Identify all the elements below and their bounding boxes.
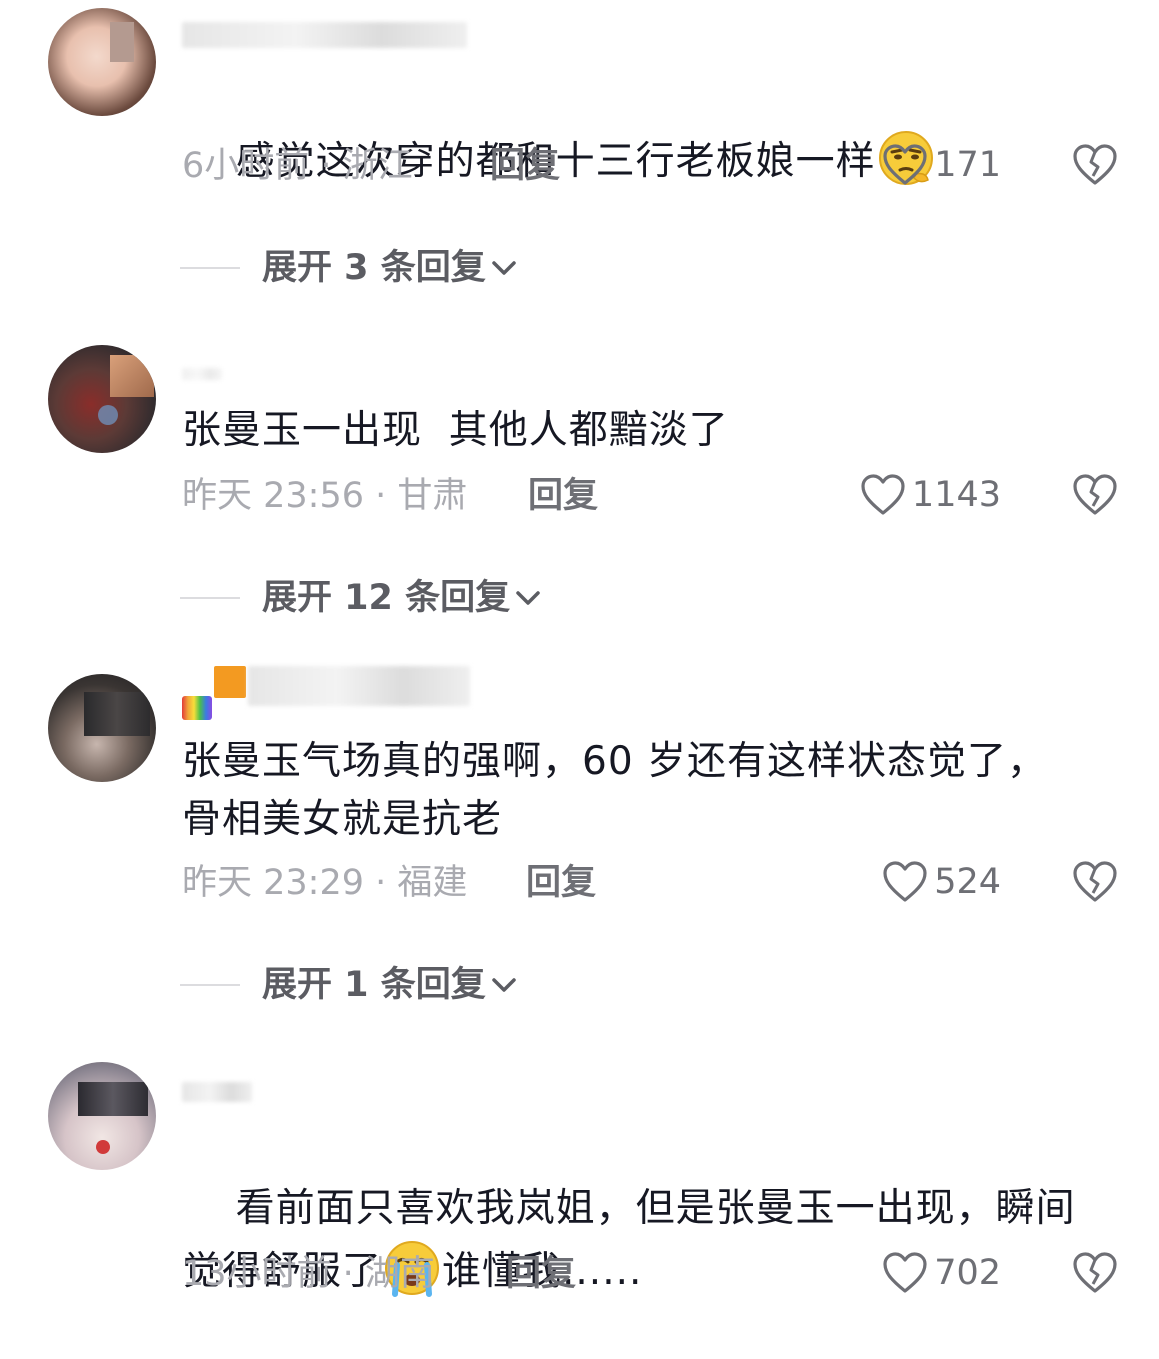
like-button[interactable]: 171 [882, 143, 1001, 187]
expand-divider [180, 597, 240, 599]
avatar[interactable] [48, 345, 156, 453]
expand-divider [180, 984, 240, 986]
broken-heart-icon [1073, 144, 1117, 185]
broken-heart-icon [1073, 1252, 1117, 1293]
chevron-down-icon [516, 591, 540, 605]
broken-heart-icon [1073, 474, 1117, 515]
like-count: 171 [934, 145, 1001, 185]
heart-icon [883, 1252, 927, 1293]
comment-meta: 昨天 23:56 · 甘肃 [182, 476, 468, 516]
reply-button[interactable]: 回复 [526, 863, 596, 903]
expand-replies-label: 展开 3 条回复 [262, 248, 486, 288]
comment-meta: 昨天 23:29 · 福建 [182, 863, 468, 903]
broken-heart-icon [1073, 861, 1117, 902]
expand-replies-button[interactable]: 展开 3 条回复 [180, 248, 518, 288]
username-blurred[interactable] [182, 1082, 252, 1102]
heart-icon [883, 144, 927, 185]
expand-replies-button[interactable]: 展开 1 条回复 [180, 965, 518, 1005]
like-count: 1143 [911, 475, 1001, 515]
heart-icon [883, 861, 927, 902]
comment-meta: 13小时前 · 湖南 [182, 1254, 435, 1294]
like-count: 702 [934, 1253, 1001, 1293]
reply-button[interactable]: 回复 [528, 476, 598, 516]
dislike-button[interactable] [1072, 472, 1118, 518]
username-blurred[interactable] [182, 368, 222, 380]
avatar[interactable] [48, 1062, 156, 1170]
user-badge-icon [182, 696, 212, 720]
like-count: 524 [934, 862, 1001, 902]
expand-replies-button[interactable]: 展开 12 条回复 [180, 578, 542, 618]
comment-text: 张曼玉气场真的强啊，60 岁还有这样状态觉了，骨相美女就是抗老 [182, 739, 1048, 842]
expand-replies-label: 展开 12 条回复 [262, 578, 511, 618]
comment-text: 张曼玉一出现 其他人都黯淡了 [182, 408, 729, 453]
like-button[interactable]: 702 [882, 1251, 1001, 1295]
user-level-badge [214, 666, 246, 698]
expand-replies-label: 展开 1 条回复 [262, 965, 486, 1005]
comment-meta: 6小时前 · 浙江 [182, 146, 413, 186]
like-button[interactable]: 524 [882, 860, 1001, 904]
comment-text: 看前面只喜欢我岚姐，但是张曼玉一出现，瞬间觉得舒服了 谁懂我...... [182, 1122, 1102, 1359]
dislike-button[interactable] [1072, 859, 1118, 905]
like-button[interactable]: 1143 [860, 473, 1001, 517]
avatar[interactable] [48, 674, 156, 782]
heart-icon [861, 474, 905, 515]
avatar[interactable] [48, 8, 156, 116]
chevron-down-icon [491, 261, 516, 275]
username-blurred[interactable] [248, 666, 470, 706]
chevron-down-icon [491, 978, 516, 992]
reply-button[interactable]: 回复 [490, 146, 560, 186]
expand-divider [180, 267, 240, 269]
dislike-button[interactable] [1072, 1250, 1118, 1296]
dislike-button[interactable] [1072, 142, 1118, 188]
username-blurred[interactable] [182, 22, 467, 48]
reply-button[interactable]: 回复 [506, 1254, 576, 1294]
